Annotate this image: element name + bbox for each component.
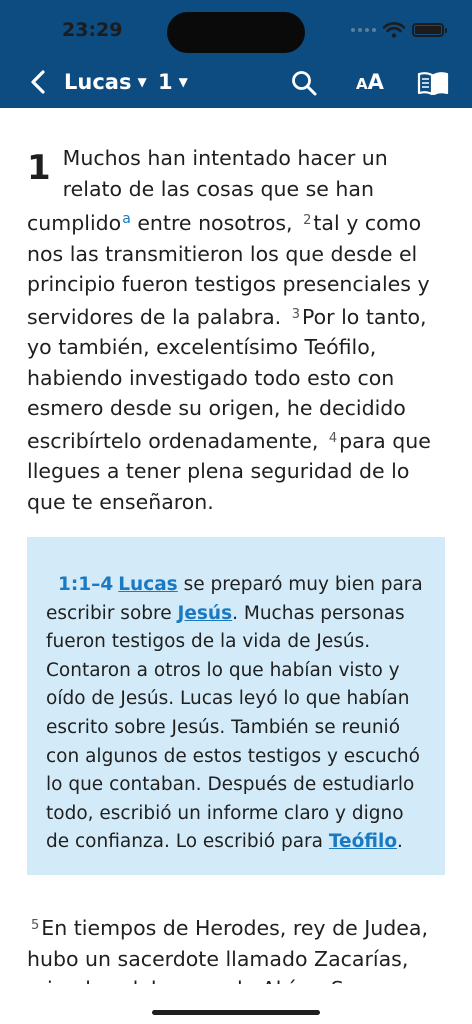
link-jesus[interactable]: Jesús bbox=[177, 603, 232, 624]
search-icon[interactable] bbox=[290, 69, 318, 97]
dynamic-island bbox=[167, 12, 305, 53]
note-reference: 1:1–4 bbox=[58, 574, 114, 595]
note-text-3: . bbox=[397, 831, 403, 853]
battery-icon bbox=[412, 23, 447, 37]
status-indicators bbox=[351, 22, 447, 38]
book-selector[interactable]: Lucas ▼ bbox=[64, 70, 147, 94]
verse-number-3: 3 bbox=[291, 306, 300, 322]
chapter-caret-icon: ▼ bbox=[178, 75, 188, 89]
study-note-box: 1:1–4 Lucas se preparó muy bien para escr… bbox=[27, 537, 445, 875]
link-lucas[interactable]: Lucas bbox=[118, 574, 177, 595]
book-name: Lucas bbox=[64, 70, 132, 94]
verse-5-text: En tiempos de Herodes, rey de Judea, hub… bbox=[27, 916, 435, 984]
navigation-bar: Lucas ▼ 1 ▼ AA bbox=[0, 62, 472, 102]
passage-text: 1 Muchos han intentado hacer un relato d… bbox=[27, 143, 447, 517]
footnote-marker[interactable]: a bbox=[122, 211, 131, 227]
text-size-big-a: A bbox=[367, 70, 384, 94]
text-size-small-a: A bbox=[356, 75, 368, 93]
book-caret-icon: ▼ bbox=[137, 75, 147, 89]
app-header: 23:29 Lucas ▼ 1 ▼ AA bbox=[0, 0, 472, 108]
note-text-2: . Muchas personas fueron testigos de la … bbox=[46, 602, 420, 853]
verse-number-2: 2 bbox=[303, 213, 312, 228]
text-size-button[interactable]: AA bbox=[356, 70, 384, 94]
passage-text-continued: 5En tiempos de Herodes, rey de Judea, hu… bbox=[27, 911, 447, 984]
chapter-number: 1 bbox=[158, 70, 173, 94]
chapter-selector[interactable]: 1 ▼ bbox=[158, 70, 188, 94]
link-teofilo[interactable]: Teófilo bbox=[329, 831, 397, 852]
verse-number-5: 5 bbox=[31, 918, 40, 933]
verse-number-4: 4 bbox=[328, 430, 338, 446]
status-time: 23:29 bbox=[62, 19, 123, 41]
wifi-icon bbox=[383, 22, 405, 38]
cellular-signal-icon bbox=[351, 28, 376, 32]
verse-paragraph: Muchos han intentado hacer un relato de … bbox=[27, 143, 447, 517]
verse-paragraph-2: 5En tiempos de Herodes, rey de Judea, hu… bbox=[27, 911, 447, 984]
verse-1-text-b: entre nosotros, bbox=[130, 211, 293, 235]
home-indicator[interactable] bbox=[152, 1010, 320, 1015]
back-chevron-icon[interactable] bbox=[26, 69, 52, 95]
chapter-number-large: 1 bbox=[27, 148, 51, 188]
open-book-icon[interactable] bbox=[417, 71, 449, 96]
